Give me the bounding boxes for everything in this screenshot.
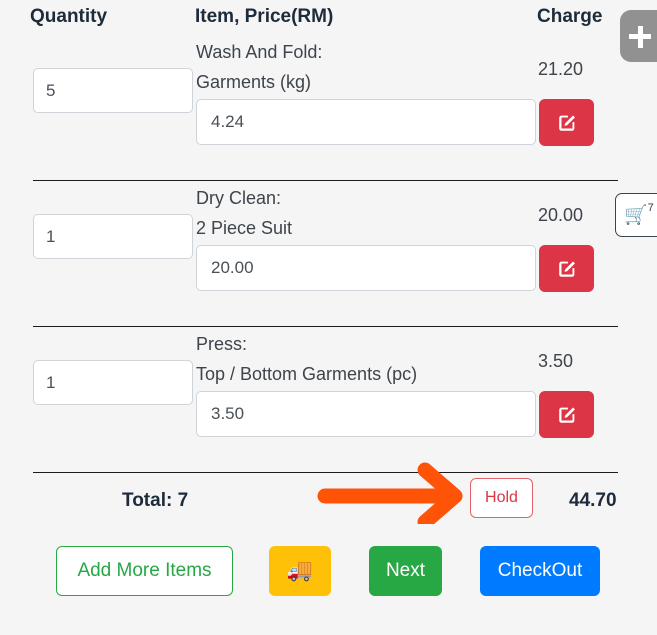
price-input[interactable] <box>196 245 536 291</box>
table-row: Wash And Fold: Garments (kg) 21.20 <box>0 34 657 184</box>
price-input[interactable] <box>196 391 536 437</box>
quantity-input[interactable] <box>33 360 193 405</box>
checkout-button[interactable]: CheckOut <box>480 546 600 596</box>
charge-amount: 21.20 <box>538 59 584 79</box>
next-button[interactable]: Next <box>369 546 442 596</box>
action-button-bar: Add More Items 🚚 Next CheckOut <box>0 546 657 598</box>
totals-divider <box>33 472 618 473</box>
table-row: Press: Top / Bottom Garments (pc) 3.50 <box>0 326 657 476</box>
item-product-name: Top / Bottom Garments (pc) <box>196 364 418 384</box>
edit-square-icon <box>558 406 575 423</box>
quantity-input[interactable] <box>33 68 193 113</box>
column-header-charge: Charge <box>537 6 603 27</box>
edit-square-icon <box>558 114 575 131</box>
charge-amount: 20.00 <box>538 205 584 225</box>
totals-row: Total: 7 Hold 44.70 <box>0 468 657 530</box>
item-service-name: Dry Clean: <box>196 188 282 208</box>
edit-item-button[interactable] <box>539 245 594 292</box>
row-divider <box>33 326 618 327</box>
edit-item-button[interactable] <box>539 99 594 146</box>
item-product-name: Garments (kg) <box>196 72 312 92</box>
add-more-items-button[interactable]: Add More Items <box>56 546 233 596</box>
row-divider <box>33 180 618 181</box>
column-header-quantity: Quantity <box>30 6 108 27</box>
hold-button[interactable]: Hold <box>470 478 533 518</box>
grand-total-amount: 44.70 <box>569 490 617 511</box>
table-row: Dry Clean: 2 Piece Suit 20.00 <box>0 180 657 330</box>
item-service-name: Wash And Fold: <box>196 42 323 62</box>
item-service-name: Press: <box>196 334 248 354</box>
delivery-truck-button[interactable]: 🚚 <box>269 546 331 596</box>
charge-amount: 3.50 <box>538 351 574 371</box>
total-quantity-label: Total: 7 <box>122 490 189 511</box>
edit-square-icon <box>558 260 575 277</box>
cart-table-header: Quantity Item, Price(RM) Charge <box>0 0 657 34</box>
item-product-name: 2 Piece Suit <box>196 218 293 238</box>
price-input[interactable] <box>196 99 536 145</box>
edit-item-button[interactable] <box>539 391 594 438</box>
column-header-item-price: Item, Price(RM) <box>195 6 334 27</box>
quantity-input[interactable] <box>33 214 193 259</box>
